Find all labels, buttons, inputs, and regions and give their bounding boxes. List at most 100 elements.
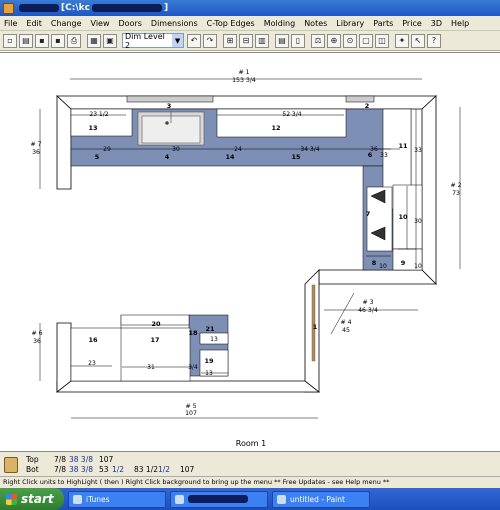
- menu-change[interactable]: Change: [51, 19, 82, 28]
- dim-6: # 6: [31, 330, 42, 337]
- dim-3: # 3: [362, 299, 373, 306]
- label-1: 1: [313, 323, 318, 331]
- print-icon[interactable]: ⎙: [67, 33, 81, 48]
- width-36: 36: [370, 146, 378, 153]
- dim-5: # 5: [185, 403, 196, 410]
- menu-molding[interactable]: Molding: [264, 19, 295, 28]
- windows-flag-icon: [6, 493, 17, 505]
- open-folder-icon[interactable]: ▤: [19, 33, 33, 48]
- width-29: 29: [103, 146, 111, 153]
- label-3: 3: [167, 102, 172, 110]
- menu-edit[interactable]: Edit: [26, 19, 42, 28]
- app-icon: [3, 2, 14, 14]
- width-10-a: 10: [379, 263, 387, 270]
- dim-2-value: 73: [452, 190, 460, 197]
- redacted-title: [19, 4, 59, 12]
- menu-3d[interactable]: 3D: [431, 19, 442, 28]
- label-7: 7: [366, 210, 371, 218]
- pointer-icon[interactable]: ↖: [411, 33, 425, 48]
- room-label: Room 1: [236, 439, 266, 448]
- dim-7: # 7: [30, 141, 41, 148]
- wall-icon[interactable]: ▯: [291, 33, 305, 48]
- start-button[interactable]: start: [0, 488, 64, 510]
- width-23-1-2: 23 1/2: [89, 111, 108, 118]
- render-icon[interactable]: ◫: [375, 33, 389, 48]
- save-icon[interactable]: ▪: [35, 33, 49, 48]
- menu-view[interactable]: View: [91, 19, 110, 28]
- width-13-a: 13: [210, 336, 218, 343]
- task-paint[interactable]: untitled - Paint: [272, 490, 370, 508]
- label-18: 18: [188, 329, 198, 337]
- dim-7-value: 36: [32, 149, 40, 156]
- wall-mid-horizontal: [318, 269, 437, 285]
- window-2: [345, 95, 375, 103]
- elevation-icon[interactable]: ▤: [275, 33, 289, 48]
- label-8: 8: [372, 259, 377, 267]
- label-19: 19: [204, 357, 214, 365]
- save-as-icon[interactable]: ▪: [51, 33, 65, 48]
- new-file-icon[interactable]: ▫: [3, 33, 17, 48]
- grid-icon[interactable]: ▦: [87, 33, 101, 48]
- redacted-path: [91, 4, 162, 12]
- menu-dimensions[interactable]: Dimensions: [151, 19, 198, 28]
- menu-notes[interactable]: Notes: [304, 19, 327, 28]
- menu-bar: File Edit Change View Doors Dimensions C…: [0, 16, 500, 31]
- menu-doors[interactable]: Doors: [119, 19, 142, 28]
- label-21: 21: [205, 325, 215, 333]
- dim-4: # 4: [340, 319, 351, 326]
- magic-icon[interactable]: ✦: [395, 33, 409, 48]
- undo-icon[interactable]: ↶: [187, 33, 201, 48]
- width-30-b: 30: [414, 218, 422, 225]
- balance-icon[interactable]: ⚖: [311, 33, 325, 48]
- label-9: 9: [401, 259, 406, 267]
- title-bar: [C:\kc ]: [0, 0, 500, 16]
- dim-5-value: 107: [185, 410, 197, 417]
- chevron-down-icon: ▼: [172, 34, 183, 47]
- width-3-4: 3/4: [188, 364, 198, 371]
- add-wall-icon[interactable]: ⊟: [239, 33, 253, 48]
- summary-icon: [4, 457, 18, 473]
- label-5: 5: [95, 153, 100, 161]
- width-34-3-4: 34 3/4: [300, 146, 319, 153]
- width-33-b: 33: [414, 147, 422, 154]
- width-31: 31: [147, 364, 155, 371]
- menu-library[interactable]: Library: [336, 19, 364, 28]
- layout-icon[interactable]: ▣: [103, 33, 117, 48]
- dim-3-value: 46 3/4: [358, 307, 378, 314]
- title-path: [C:\kc: [61, 3, 90, 13]
- zoom-icon[interactable]: ⊕: [327, 33, 341, 48]
- label-4: 4: [165, 153, 170, 161]
- label-2: 2: [365, 102, 370, 110]
- zoom-area-icon[interactable]: ⊙: [343, 33, 357, 48]
- menu-file[interactable]: File: [4, 19, 17, 28]
- floor-plan-canvas[interactable]: # 1 153 3/4 # 2 73 # 3 46 3/4 # 4 45 # 5…: [0, 52, 500, 451]
- help-icon[interactable]: ?: [427, 33, 441, 48]
- width-10-b: 10: [414, 263, 422, 270]
- floor-plan: # 1 153 3/4 # 2 73 # 3 46 3/4 # 4 45 # 5…: [30, 69, 461, 448]
- fit-icon[interactable]: ▢: [359, 33, 373, 48]
- width-13-b: 13: [205, 370, 213, 377]
- label-11: 11: [398, 142, 408, 150]
- dim-level-select[interactable]: Dim Level 2 ▼: [122, 32, 184, 50]
- label-17: 17: [150, 336, 159, 344]
- dimension-summary: Top 7/8 38 3/8 107 Bot 7/8 38 3/8 53 1/2…: [0, 451, 500, 476]
- paint-icon: [277, 494, 286, 504]
- table-icon[interactable]: ▥: [255, 33, 269, 48]
- width-30: 30: [172, 146, 180, 153]
- redo-icon[interactable]: ↷: [203, 33, 217, 48]
- wall-right: [421, 95, 437, 285]
- menu-parts[interactable]: Parts: [373, 19, 393, 28]
- menu-help[interactable]: Help: [451, 19, 469, 28]
- add-cabinet-icon[interactable]: ⊞: [223, 33, 237, 48]
- dim-4-value: 45: [342, 327, 350, 334]
- label-14: 14: [225, 153, 235, 161]
- app-task-icon: [175, 494, 184, 504]
- itunes-icon: [73, 494, 82, 504]
- wall-left-lower: [56, 322, 72, 393]
- task-redacted[interactable]: [170, 490, 268, 508]
- dim-6-value: 36: [33, 338, 41, 345]
- task-itunes[interactable]: iTunes: [68, 490, 166, 508]
- menu-price[interactable]: Price: [402, 19, 422, 28]
- label-10: 10: [398, 213, 408, 221]
- menu-ctop-edges[interactable]: C-Top Edges: [207, 19, 255, 28]
